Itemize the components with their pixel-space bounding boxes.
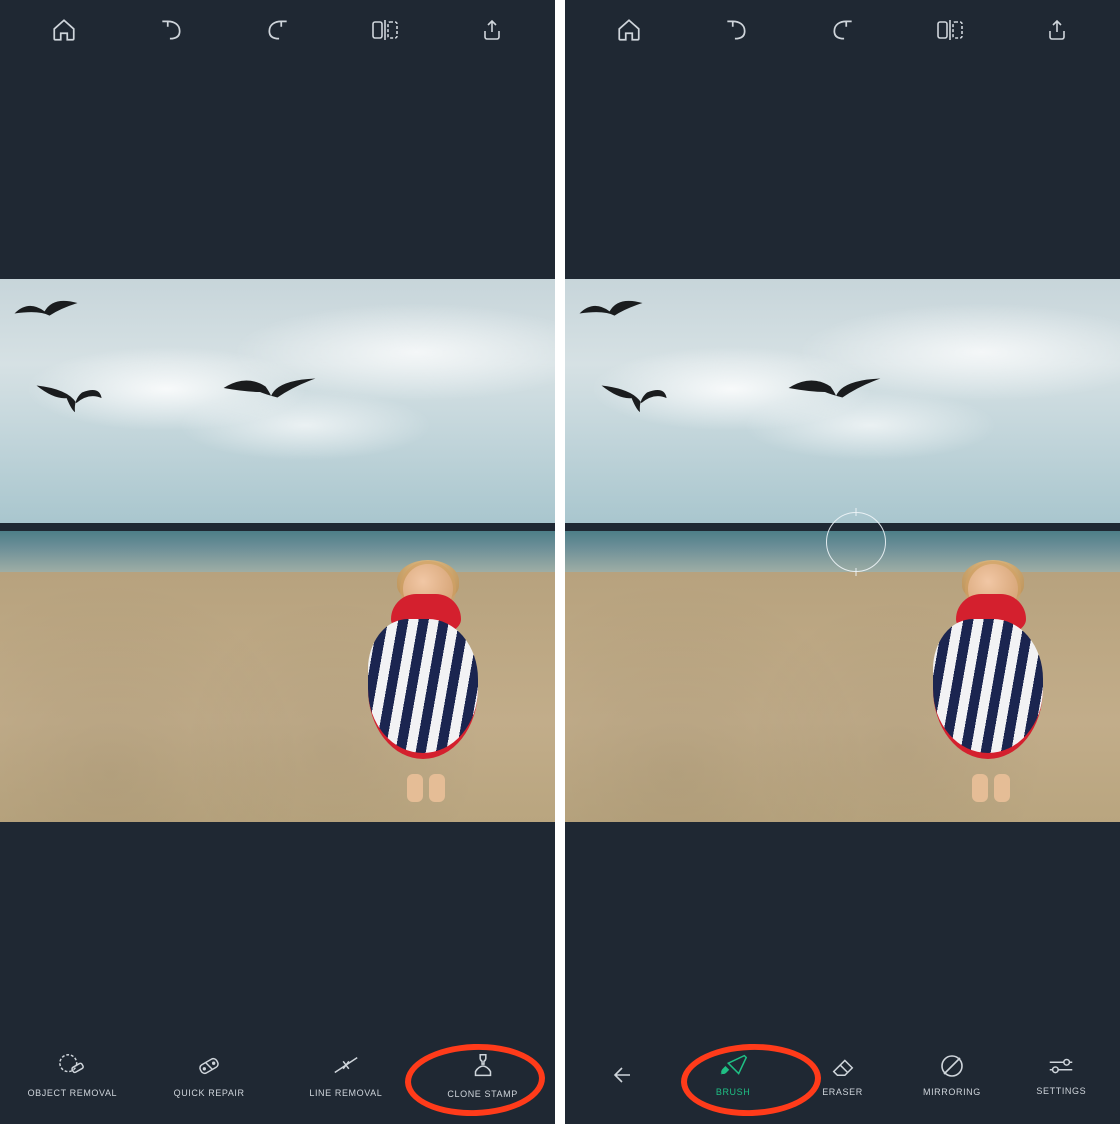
home-button[interactable] [10,17,117,43]
line-removal-icon [331,1052,361,1080]
brush-icon [716,1053,750,1079]
tool-mirroring[interactable]: MIRRORING [897,1053,1006,1097]
tool-label: OBJECT REMOVAL [28,1088,118,1098]
compare-button[interactable] [896,17,1003,43]
photo-right [565,279,1120,822]
bottom-toolbar-left: OBJECT REMOVAL QUICK REPAIR LINE REMOVAL… [0,1040,555,1124]
share-icon [1045,17,1069,43]
bird-3 [787,371,882,409]
compare-icon [371,17,399,43]
top-toolbar [565,0,1120,60]
undo-icon [158,17,184,43]
back-arrow-icon [610,1063,638,1087]
bird-3 [222,371,317,409]
sliders-icon [1046,1054,1076,1078]
quick-repair-icon [194,1052,224,1080]
object-removal-icon [57,1052,87,1080]
tool-label: BRUSH [716,1087,751,1097]
child-figure [363,564,483,784]
canvas-area[interactable] [565,60,1120,1040]
tool-label: LINE REMOVAL [309,1088,382,1098]
compare-button[interactable] [331,17,438,43]
redo-button[interactable] [224,17,331,43]
share-icon [480,17,504,43]
redo-icon [265,17,291,43]
bird-1 [11,295,81,325]
share-button[interactable] [438,17,545,43]
clone-source-crosshair[interactable] [826,512,886,572]
bird-2 [598,376,668,416]
undo-icon [723,17,749,43]
tool-object-removal[interactable]: OBJECT REMOVAL [4,1052,141,1098]
home-button[interactable] [575,17,682,43]
home-icon [616,17,642,43]
bird-1 [576,295,646,325]
eraser-icon [828,1053,858,1079]
child-figure [928,564,1048,784]
tool-quick-repair[interactable]: QUICK REPAIR [141,1052,278,1098]
canvas-area[interactable] [0,60,555,1040]
tool-label: ERASER [822,1087,863,1097]
pane-right: BRUSH ERASER MIRRORING SETTINGS [565,0,1120,1124]
redo-button[interactable] [789,17,896,43]
photo-left [0,279,555,822]
top-toolbar [0,0,555,60]
undo-button[interactable] [117,17,224,43]
pane-left: OBJECT REMOVAL QUICK REPAIR LINE REMOVAL… [0,0,555,1124]
bird-2 [33,376,103,416]
tool-label: CLONE STAMP [447,1089,517,1099]
clone-stamp-icon [468,1051,498,1081]
tool-label: SETTINGS [1036,1086,1086,1096]
tool-settings[interactable]: SETTINGS [1007,1054,1116,1096]
tool-line-removal[interactable]: LINE REMOVAL [278,1052,415,1098]
mirroring-icon [938,1053,966,1079]
tool-brush[interactable]: BRUSH [678,1053,787,1097]
bottom-toolbar-right: BRUSH ERASER MIRRORING SETTINGS [565,1040,1120,1124]
tool-eraser[interactable]: ERASER [788,1053,897,1097]
tool-clone-stamp[interactable]: CLONE STAMP [414,1051,551,1099]
compare-icon [936,17,964,43]
redo-icon [830,17,856,43]
share-button[interactable] [1003,17,1110,43]
home-icon [51,17,77,43]
tool-back[interactable] [569,1063,678,1087]
tool-label: MIRRORING [923,1087,981,1097]
tool-label: QUICK REPAIR [174,1088,245,1098]
undo-button[interactable] [682,17,789,43]
